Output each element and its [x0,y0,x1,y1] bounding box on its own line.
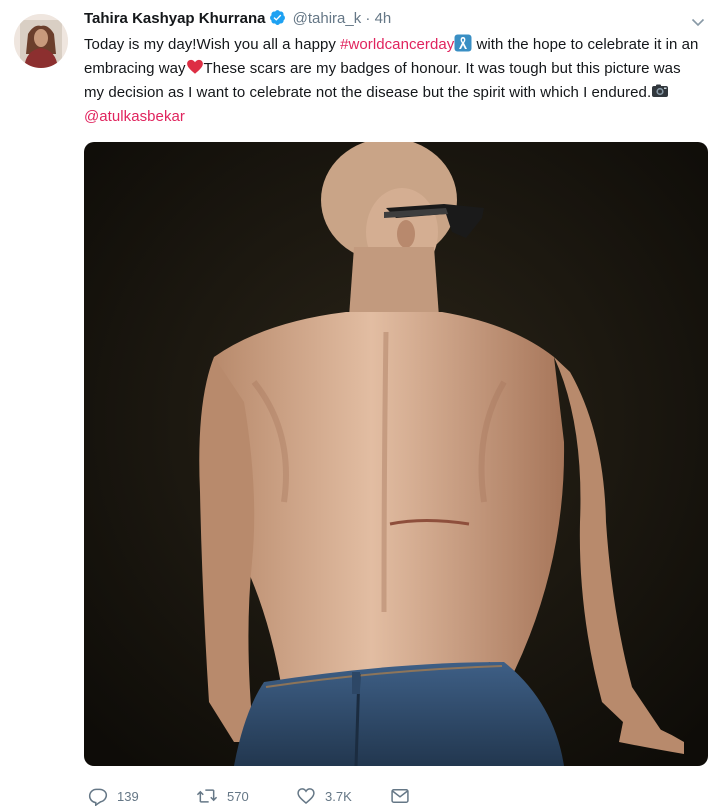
heart-icon [296,786,316,806]
tweet-timestamp[interactable]: 4h [375,10,392,27]
tweet-actions: 139 570 3.7K [88,784,410,808]
reply-count: 139 [117,788,139,804]
tweet-text: Today is my day!Wish you all a happy #wo… [84,33,704,129]
profile-photo-image [14,14,68,68]
retweet-count: 570 [227,788,249,804]
tweet-photo-image [84,142,708,766]
like-count: 3.7K [325,788,352,804]
tweet-photo[interactable] [84,142,708,766]
chevron-down-icon[interactable] [690,14,706,30]
envelope-icon [390,786,410,806]
hashtag-link[interactable]: #worldcancerday [340,36,454,53]
tweet-header: Tahira Kashyap Khurrana @tahira_k · 4h [84,9,391,32]
like-button[interactable]: 3.7K [296,786,390,806]
ribbon-emoji-icon [454,34,472,52]
author-name[interactable]: Tahira Kashyap Khurrana [84,10,265,27]
avatar[interactable] [14,14,68,68]
camera-emoji-icon [651,82,669,100]
red-heart-emoji-icon [186,58,204,76]
reply-icon [88,786,108,806]
header-separator: · [365,10,371,27]
retweet-icon [196,786,218,806]
reply-button[interactable]: 139 [88,786,196,806]
mention-link[interactable]: @atulkasbekar [84,108,185,125]
retweet-button[interactable]: 570 [196,786,296,806]
verified-badge-icon [269,9,286,32]
tweet-text-part1: Today is my day!Wish you all a happy [84,36,341,53]
direct-message-button[interactable] [390,786,410,806]
author-handle[interactable]: @tahira_k [293,10,362,27]
tweet-card[interactable]: Tahira Kashyap Khurrana @tahira_k · 4h T… [0,0,720,810]
